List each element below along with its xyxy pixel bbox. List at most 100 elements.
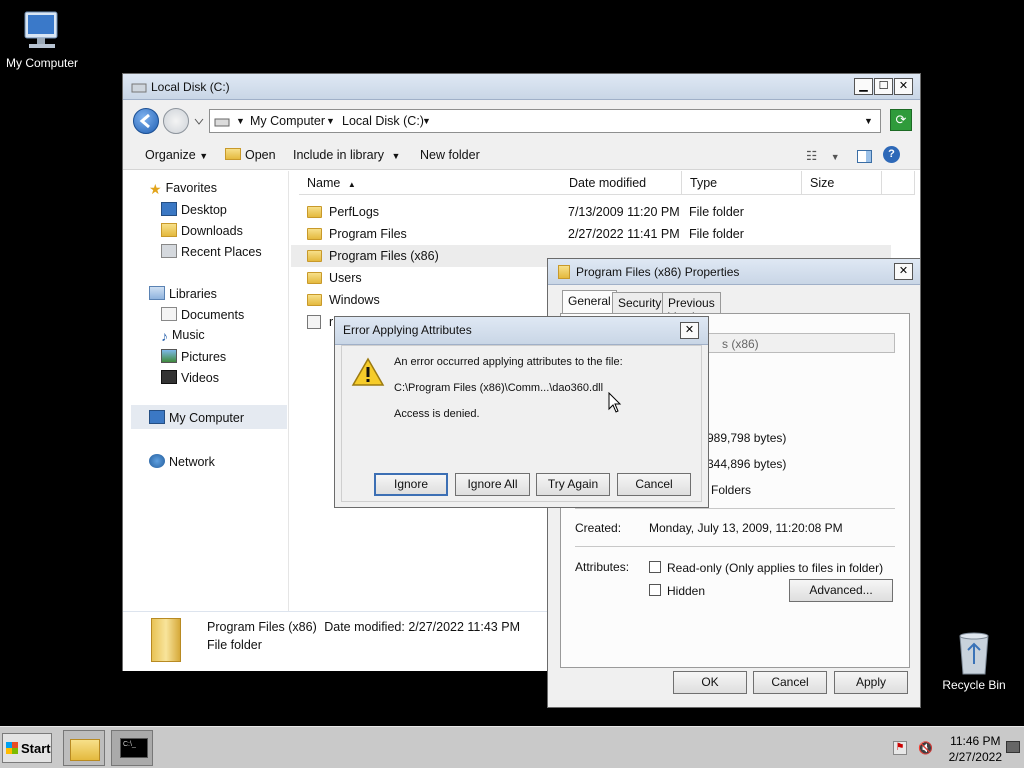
error-dialog-titlebar[interactable]: Error Applying Attributes ✕ — [335, 317, 708, 345]
ignore-button[interactable]: Ignore — [374, 473, 448, 496]
nav-videos[interactable]: Videos — [161, 370, 219, 385]
tab-general[interactable]: General — [562, 290, 617, 314]
maximize-button[interactable]: ☐ — [874, 78, 893, 95]
downloads-icon — [161, 223, 177, 237]
table-row[interactable]: PerfLogs 7/13/2009 11:20 PM File folder — [291, 201, 891, 223]
column-header-type[interactable]: Type — [682, 171, 802, 195]
refresh-button[interactable]: ⟳ — [890, 109, 912, 131]
attributes-label: Attributes: — [575, 560, 630, 574]
breadcrumb-sep-icon[interactable]: ▼ — [326, 116, 335, 126]
folder-icon — [307, 250, 322, 262]
address-history-chevron-icon[interactable]: ▼ — [864, 116, 873, 126]
error-dialog-body: An error occurred applying attributes to… — [341, 345, 702, 502]
column-header-size[interactable]: Size — [802, 171, 882, 195]
back-button[interactable] — [133, 108, 159, 134]
folder-icon — [307, 294, 322, 306]
hidden-checkbox[interactable] — [649, 584, 661, 596]
desktop-icon-label: My Computer — [5, 56, 79, 70]
details-modified-label: Date modified: — [324, 620, 405, 634]
computer-icon — [149, 410, 165, 424]
nav-recent-places[interactable]: Recent Places — [161, 244, 262, 259]
command-prompt-icon: C:\_ — [120, 738, 148, 758]
taskbar-explorer-button[interactable] — [63, 730, 105, 766]
breadcrumb-my-computer[interactable]: My Computer — [250, 114, 325, 128]
close-button[interactable]: ✕ — [894, 78, 913, 95]
sort-ascending-icon: ▲ — [347, 180, 356, 189]
minimize-button[interactable]: ▁ — [854, 78, 873, 95]
read-only-label: Read-only (Only applies to files in fold… — [667, 561, 884, 575]
organize-button[interactable]: Organize ▼ — [145, 148, 208, 162]
preview-pane-icon[interactable] — [857, 150, 872, 163]
advanced-button[interactable]: Advanced... — [789, 579, 893, 602]
folder-icon — [307, 228, 322, 240]
table-row[interactable]: Program Files 2/27/2022 11:41 PM File fo… — [291, 223, 891, 245]
contains-value: Folders — [711, 483, 752, 497]
apply-button[interactable]: Apply — [834, 671, 908, 694]
error-detail: Access is denied. — [394, 408, 480, 420]
nav-my-computer-selected[interactable]: My Computer — [131, 405, 287, 429]
command-bar: Organize ▼ Open Include in library ▼ New… — [123, 142, 920, 170]
help-icon[interactable]: ? — [883, 146, 900, 163]
nav-desktop[interactable]: Desktop — [161, 202, 227, 217]
forward-button[interactable] — [163, 108, 189, 134]
warning-icon — [351, 357, 385, 386]
tray-flag-icon[interactable]: ⚑ — [893, 741, 907, 755]
folder-icon — [307, 272, 322, 284]
address-field[interactable]: ▼ My Computer ▼ Local Disk (C:) ▼ ▼ — [209, 109, 881, 133]
breadcrumb-local-disk[interactable]: Local Disk (C:) — [342, 114, 424, 128]
properties-titlebar[interactable]: Program Files (x86) Properties ✕ — [548, 259, 920, 285]
desktop-icon-my-computer[interactable]: My Computer — [0, 10, 84, 70]
include-in-library-button[interactable]: Include in library ▼ — [293, 148, 400, 162]
nav-favorites[interactable]: ★ Favorites — [149, 181, 217, 197]
nav-documents[interactable]: Documents — [161, 307, 244, 322]
cancel-button[interactable]: Cancel — [617, 473, 691, 496]
tab-previous-versions[interactable]: Previous Versions — [662, 292, 721, 324]
recycle-bin-icon — [959, 632, 989, 675]
nav-network[interactable]: Network — [149, 454, 215, 469]
divider — [575, 508, 895, 509]
navigation-pane: ★ Favorites Desktop Downloads Recent Plac… — [123, 171, 289, 611]
back-arrow-icon — [139, 113, 150, 129]
ok-button[interactable]: OK — [673, 671, 747, 694]
created-label: Created: — [575, 521, 622, 535]
videos-icon — [161, 370, 177, 384]
column-header-date-modified[interactable]: Date modified — [561, 171, 682, 195]
taskbar-cmd-button[interactable]: C:\_ — [111, 730, 153, 766]
file-icon — [307, 315, 321, 329]
cancel-button[interactable]: Cancel — [753, 671, 827, 694]
column-header-name[interactable]: Name ▲ — [299, 171, 563, 195]
nav-libraries[interactable]: Libraries — [149, 286, 217, 301]
explorer-titlebar[interactable]: Local Disk (C:) ▁ ☐ ✕ — [123, 74, 920, 100]
nav-downloads[interactable]: Downloads — [161, 223, 243, 238]
breadcrumb-sep-icon[interactable]: ▼ — [422, 116, 431, 126]
show-desktop-icon[interactable] — [1006, 741, 1020, 753]
window-title: Local Disk (C:) — [151, 80, 230, 94]
close-button[interactable]: ✕ — [894, 263, 913, 280]
start-button[interactable]: Start — [2, 733, 52, 763]
view-options-icon[interactable]: ☷ ▼ — [806, 148, 840, 163]
nav-music[interactable]: ♪ Music — [161, 328, 205, 344]
nav-pictures[interactable]: Pictures — [161, 349, 226, 364]
tab-security[interactable]: Security — [612, 292, 668, 313]
recent-pages-chevron-icon[interactable] — [194, 118, 204, 126]
close-button[interactable]: ✕ — [680, 322, 699, 339]
size-value: 989,798 bytes) — [707, 431, 787, 445]
new-folder-button[interactable]: New folder — [420, 148, 480, 162]
tray-speaker-icon[interactable]: 🔇 — [918, 741, 933, 755]
ignore-all-button[interactable]: Ignore All — [455, 473, 530, 496]
hidden-label: Hidden — [667, 584, 706, 598]
desktop-icon-recycle-bin[interactable]: Recycle Bin — [932, 630, 1016, 692]
address-bar: ▼ My Computer ▼ Local Disk (C:) ▼ ▼ ⟳ — [133, 106, 912, 136]
read-only-checkbox[interactable] — [649, 561, 661, 573]
try-again-button[interactable]: Try Again — [536, 473, 610, 496]
error-dialog: Error Applying Attributes ✕ An error occ… — [334, 316, 709, 508]
error-path: C:\Program Files (x86)\Comm...\dao360.dl… — [394, 382, 604, 394]
open-button[interactable]: Open — [225, 148, 276, 162]
clock[interactable]: 11:46 PM 2/27/2022 — [949, 733, 1002, 765]
breadcrumb-sep-icon[interactable]: ▼ — [236, 116, 245, 126]
windows-logo-icon — [6, 742, 18, 754]
pictures-icon — [161, 349, 177, 363]
created-value: Monday, July 13, 2009, 11:20:08 PM — [649, 521, 843, 535]
column-header-blank — [882, 171, 915, 195]
properties-title: Program Files (x86) Properties — [576, 265, 740, 279]
